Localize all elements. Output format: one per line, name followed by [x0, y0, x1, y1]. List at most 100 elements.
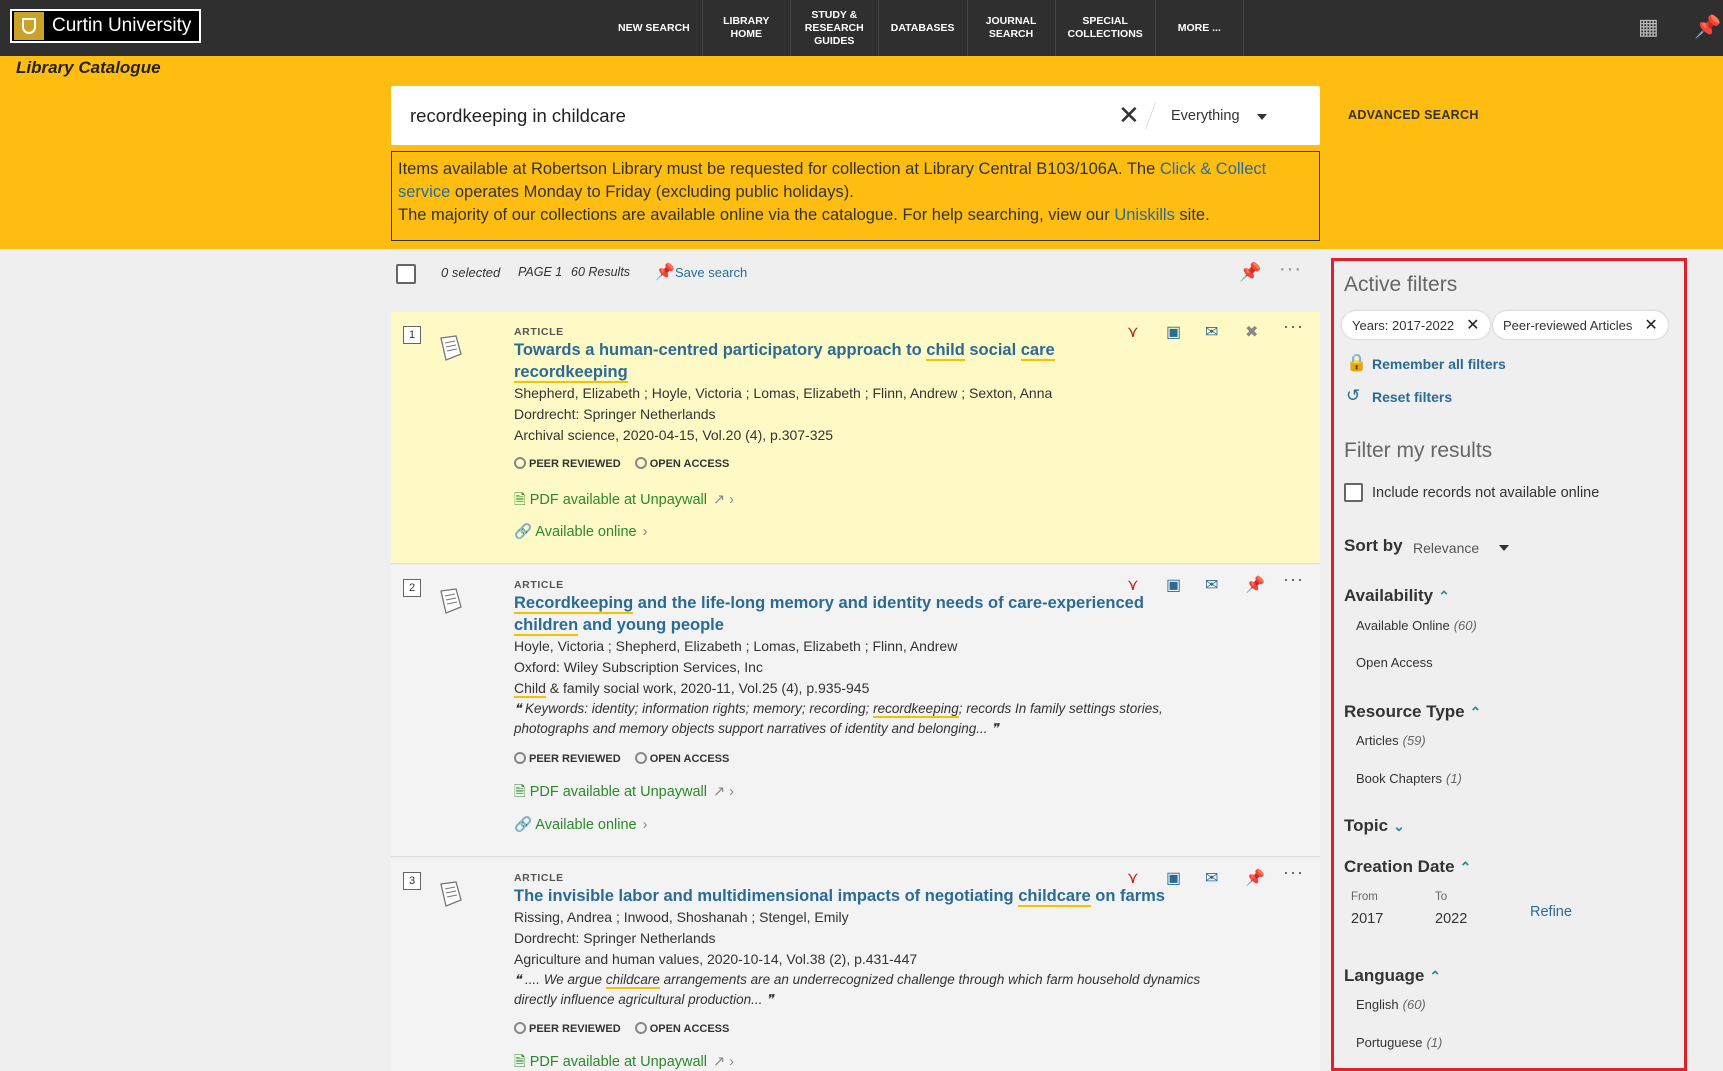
remove-filter-icon[interactable]: ✕ [1644, 315, 1657, 335]
save-search-link[interactable]: Save search [675, 265, 747, 280]
more-icon[interactable]: ··· [1283, 862, 1304, 883]
include-offline-label[interactable]: Include records not available online [1372, 485, 1599, 501]
caret-down-icon[interactable] [1257, 114, 1267, 120]
peer-reviewed-icon [514, 457, 526, 469]
chip-label: Years: 2017-2022 [1352, 317, 1455, 333]
pdf-link[interactable]: 🗎 PDF available at Unpaywall ↗ › [514, 781, 734, 806]
facet-language[interactable]: Language ⌃ [1344, 966, 1441, 986]
citation-icon[interactable]: ▣ [1166, 868, 1181, 888]
open-access-badge: OPEN ACCESS [634, 1022, 729, 1035]
filter-chip-years[interactable]: Years: 2017-2022 ✕ [1342, 311, 1490, 339]
badge-label: OPEN ACCESS [649, 753, 730, 765]
curtin-logo[interactable]: Curtin University [10, 9, 201, 43]
more-icon[interactable]: ··· [1283, 316, 1304, 337]
source-highlight: Child [514, 680, 546, 698]
search-divider [1144, 102, 1157, 130]
email-icon[interactable]: ✉ [1205, 322, 1218, 342]
nav-new-search[interactable]: NEW SEARCH [606, 0, 703, 56]
facet-count: (1) [1426, 1035, 1443, 1050]
open-lock-icon [634, 457, 647, 469]
remember-filters-link[interactable]: Remember all filters [1372, 356, 1506, 372]
qr-code-icon[interactable]: ▦ [1638, 14, 1659, 40]
result-title[interactable]: The invisible labor and multidimensional… [514, 885, 1214, 907]
filter-panel: Active filters Years: 2017-2022 ✕ Peer-re… [1331, 258, 1687, 1071]
filter-chip-peer-reviewed[interactable]: Peer-reviewed Articles ✕ [1493, 311, 1668, 339]
reset-icon[interactable]: ↺ [1346, 386, 1360, 406]
facet-label: Articles [1356, 733, 1399, 748]
clear-search-icon[interactable]: ✕ [1118, 100, 1140, 131]
facet-item-available-online[interactable]: Available Online (60) [1356, 618, 1477, 633]
pdf-link[interactable]: 🗎 PDF available at Unpaywall ↗ › [514, 1051, 734, 1071]
uniskills-link[interactable]: Uniskills [1114, 206, 1175, 224]
email-icon[interactable]: ✉ [1205, 575, 1218, 595]
scope-select[interactable]: Everything [1171, 108, 1240, 124]
nav-databases[interactable]: DATABASES [879, 0, 968, 56]
available-online-link[interactable]: 🔗 Available online › [514, 523, 647, 540]
result-source: Archival science, 2020-04-15, Vol.20 (4)… [514, 427, 834, 443]
main-nav: NEW SEARCH LIBRARY HOME STUDY & RESEARCH… [606, 0, 1244, 56]
nav-special-collections[interactable]: SPECIAL COLLECTIONS [1056, 0, 1156, 56]
date-to-input[interactable]: 2022 [1435, 911, 1467, 927]
facet-creation-date[interactable]: Creation Date ⌃ [1344, 857, 1471, 877]
available-online-label: Available online [535, 524, 637, 540]
result-item[interactable]: 3 ARTICLE The invisible labor and multid… [391, 858, 1320, 1071]
pin-icon[interactable]: 📌 [1245, 868, 1265, 888]
sort-select[interactable]: Relevance [1413, 540, 1479, 556]
crest-icon [14, 12, 44, 40]
facet-label: Book Chapters [1356, 771, 1442, 786]
top-nav-bar: Curtin University NEW SEARCH LIBRARY HOM… [0, 0, 1723, 56]
result-count: 60 Results [571, 265, 631, 279]
nav-study-research-guides[interactable]: STUDY & RESEARCH GUIDES [791, 0, 879, 56]
more-icon[interactable]: ··· [1283, 569, 1304, 590]
site-title: Library Catalogue [16, 58, 161, 77]
caret-down-icon[interactable] [1499, 545, 1509, 551]
nav-more[interactable]: MORE ... [1156, 0, 1244, 56]
advanced-search-link[interactable]: ADVANCED SEARCH [1348, 108, 1479, 122]
facet-label: Available Online [1356, 618, 1450, 633]
facet-availability[interactable]: Availability ⌃ [1344, 586, 1450, 606]
refine-button[interactable]: Refine [1530, 904, 1572, 920]
external-link-icon: ↗ › [713, 1054, 735, 1070]
reset-filters-link[interactable]: Reset filters [1372, 389, 1452, 405]
include-offline-checkbox[interactable] [1344, 483, 1363, 502]
citation-icon[interactable]: ▣ [1166, 575, 1181, 595]
pdf-icon: 🗎 [514, 1054, 530, 1070]
email-icon[interactable]: ✉ [1205, 868, 1218, 888]
citation-icon[interactable]: ▣ [1166, 322, 1181, 342]
unpin-icon[interactable]: ✖ [1245, 322, 1258, 342]
nav-journal-search[interactable]: JOURNAL SEARCH [968, 0, 1056, 56]
result-title[interactable]: Recordkeeping and the life-long memory a… [514, 592, 1154, 636]
result-title[interactable]: Towards a human-centred participatory ap… [514, 339, 1134, 383]
citation-trail-icon[interactable]: ⋎ [1127, 322, 1139, 342]
date-from-input[interactable]: 2017 [1351, 911, 1383, 927]
pdf-link[interactable]: 🗎 PDF available at Unpaywall ↗ › [514, 489, 734, 514]
source-text: & family social work, 2020-11, Vol.25 (4… [545, 680, 870, 696]
chevron-right-icon: › [642, 524, 648, 540]
nav-library-home[interactable]: LIBRARY HOME [703, 0, 791, 56]
facet-resource-type[interactable]: Resource Type ⌃ [1344, 702, 1481, 722]
snippet-highlight: recordkeeping [873, 701, 959, 718]
search-box[interactable]: recordkeeping in childcare ✕ Everything [391, 86, 1320, 145]
open-lock-icon [634, 752, 647, 764]
select-all-checkbox[interactable] [396, 264, 416, 284]
citation-trail-icon[interactable]: ⋎ [1127, 575, 1139, 595]
facet-item-articles[interactable]: Articles (59) [1356, 733, 1426, 748]
pin-icon[interactable]: 📌 [1245, 575, 1265, 595]
pin-icon[interactable]: 📌 [1694, 14, 1721, 40]
citation-trail-icon[interactable]: ⋎ [1127, 868, 1139, 888]
facet-item-book-chapters[interactable]: Book Chapters (1) [1356, 771, 1462, 786]
facet-topic[interactable]: Topic ⌄ [1344, 816, 1405, 836]
facet-item-portuguese[interactable]: Portuguese (1) [1356, 1035, 1442, 1050]
more-icon[interactable]: ··· [1279, 258, 1302, 281]
result-item[interactable]: 1 ARTICLE Towards a human-centred partic… [391, 312, 1320, 564]
search-input[interactable]: recordkeeping in childcare [410, 105, 626, 127]
lock-icon[interactable]: 🔒 [1346, 353, 1367, 373]
result-item[interactable]: 2 ARTICLE Recordkeeping and the life-lon… [391, 565, 1320, 857]
remove-filter-icon[interactable]: ✕ [1466, 315, 1479, 335]
facet-item-open-access[interactable]: Open Access [1356, 655, 1433, 670]
available-online-link[interactable]: 🔗 Available online › [514, 816, 647, 833]
facet-item-english[interactable]: English (60) [1356, 997, 1426, 1012]
pin-icon[interactable]: 📌 [655, 262, 675, 282]
pin-icon[interactable]: 📌 [1239, 262, 1261, 283]
result-number: 3 [403, 872, 421, 890]
